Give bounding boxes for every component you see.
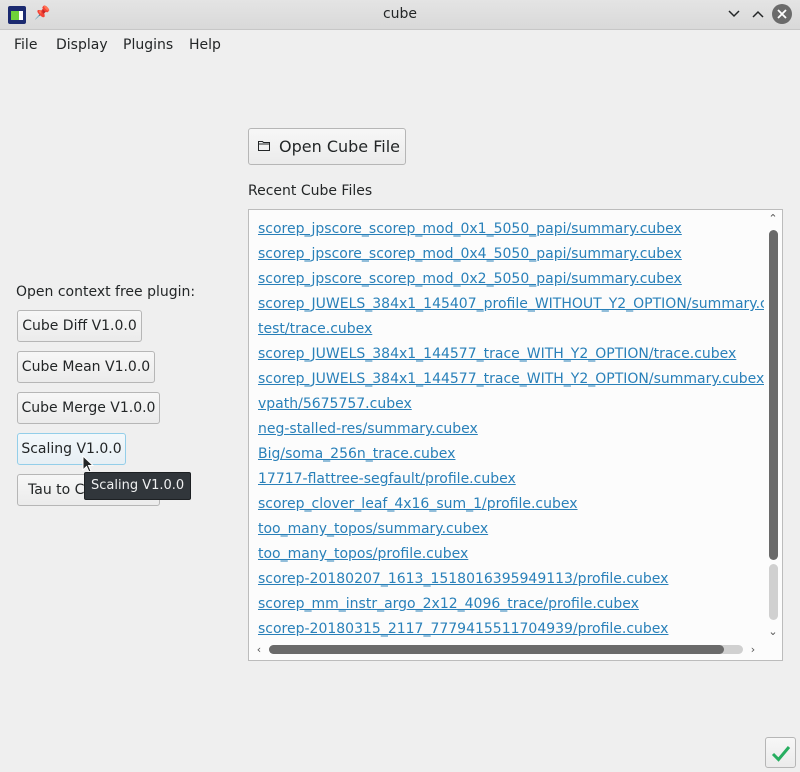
minimize-icon[interactable]	[724, 4, 744, 24]
maximize-icon[interactable]	[748, 4, 768, 24]
scaling-button[interactable]: Scaling V1.0.0	[17, 433, 126, 465]
recent-file-link[interactable]: scorep-20180315_2117_7779415511704939/pr…	[258, 617, 764, 642]
folder-icon	[258, 141, 270, 151]
horizontal-scroll-thumb[interactable]	[269, 645, 724, 654]
recent-file-link[interactable]: Big/soma_256n_trace.cubex	[258, 442, 764, 467]
tooltip: Scaling V1.0.0	[84, 472, 192, 500]
recent-file-link[interactable]: too_many_topos/summary.cubex	[258, 517, 764, 542]
close-icon[interactable]	[772, 4, 792, 24]
recent-file-link[interactable]: neg-stalled-res/summary.cubex	[258, 417, 764, 442]
recent-file-link[interactable]: scorep_JUWELS_384x1_144577_trace_WITH_Y2…	[258, 342, 764, 367]
recent-file-link[interactable]: scorep_jpscore_scorep_mod_0x2_5050_papi/…	[258, 267, 764, 292]
check-icon	[771, 746, 790, 762]
cube-mean-button[interactable]: Cube Mean V1.0.0	[17, 351, 155, 383]
recent-file-link[interactable]: scorep_jpscore_scorep_mod_0x4_5050_papi/…	[258, 242, 764, 267]
menu-help[interactable]: Help	[189, 30, 221, 60]
cube-diff-button[interactable]: Cube Diff V1.0.0	[17, 310, 142, 342]
recent-file-link[interactable]: scorep-20180207_1613_1518016395949113/pr…	[258, 567, 764, 592]
recent-file-link[interactable]: scorep_JUWELS_384x1_144577_trace_WITH_Y2…	[258, 367, 764, 392]
recent-file-link[interactable]: scorep_mm_instr_argo_2x12_4096_trace/pro…	[258, 592, 764, 617]
menu-bar: File Display Plugins Help	[0, 30, 800, 60]
plugin-label: Open context free plugin:	[16, 284, 196, 300]
cube-merge-button[interactable]: Cube Merge V1.0.0	[17, 392, 160, 424]
window-title: cube	[382, 6, 418, 22]
open-cube-file-button[interactable]: Open Cube File	[248, 128, 406, 165]
mouse-cursor-icon	[82, 455, 94, 473]
recent-file-link[interactable]: too_many_topos/profile.cubex	[258, 542, 764, 567]
recent-file-link[interactable]: scorep_JUWELS_384x1_145407_profile_WITHO…	[258, 292, 764, 317]
recent-files-label: Recent Cube Files	[248, 183, 373, 199]
recent-file-link[interactable]: test/trace.cubex	[258, 317, 764, 342]
scroll-left-icon[interactable]: ‹	[252, 644, 266, 656]
vertical-scroll-thumb[interactable]	[769, 230, 778, 560]
scroll-right-icon[interactable]: ›	[746, 644, 760, 656]
vertical-scrollbar[interactable]: ⌃ ⌄	[764, 210, 782, 642]
scroll-down-icon[interactable]: ⌄	[766, 626, 780, 638]
file-list: scorep_jpscore_scorep_mod_0x1_5050_papi/…	[258, 217, 764, 642]
recent-file-link[interactable]: scorep_jpscore_scorep_mod_0x1_5050_papi/…	[258, 217, 764, 242]
recent-file-link[interactable]: scorep_clover_leaf_4x16_sum_1/profile.cu…	[258, 492, 764, 517]
open-cube-file-label: Open Cube File	[279, 137, 400, 156]
recent-files-list[interactable]: scorep_jpscore_scorep_mod_0x1_5050_papi/…	[248, 209, 783, 661]
ok-button[interactable]	[765, 737, 796, 768]
scroll-up-icon[interactable]: ⌃	[766, 213, 780, 225]
menu-plugins[interactable]: Plugins	[123, 30, 173, 60]
menu-display[interactable]: Display	[56, 30, 108, 60]
menu-file[interactable]: File	[14, 30, 37, 60]
recent-file-link[interactable]: 17717-flattree-segfault/profile.cubex	[258, 467, 764, 492]
vertical-scroll-track[interactable]	[769, 564, 778, 620]
horizontal-scrollbar[interactable]: ‹ ›	[249, 640, 782, 660]
title-bar: 📌 cube	[0, 0, 800, 30]
recent-file-link[interactable]: vpath/5675757.cubex	[258, 392, 764, 417]
